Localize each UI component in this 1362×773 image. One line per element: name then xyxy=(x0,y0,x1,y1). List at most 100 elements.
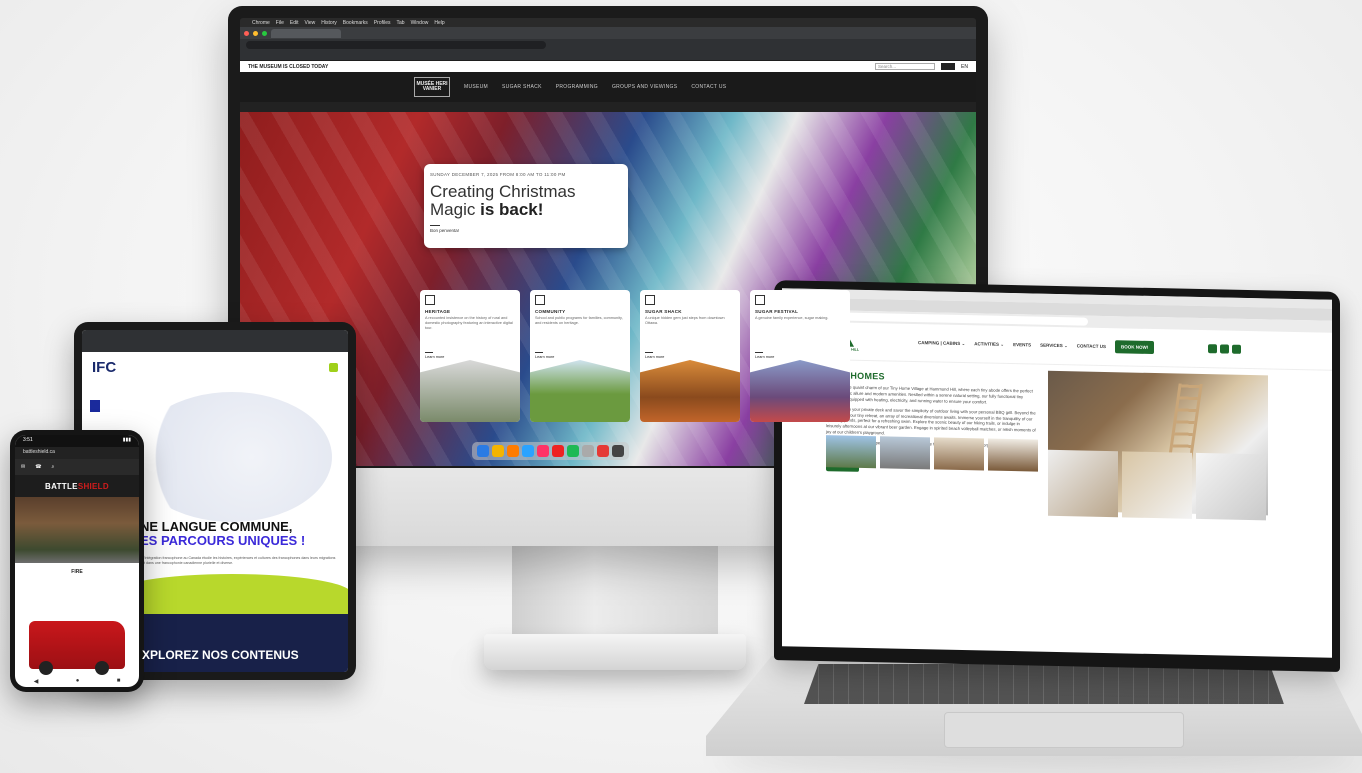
fire-truck-photo xyxy=(29,621,125,675)
ifc-logo[interactable]: IFC xyxy=(92,359,116,376)
event-date: SUNDAY DECEMBER 7, 2025 FROM 8:00 AM TO … xyxy=(430,172,566,177)
globe-illustration xyxy=(132,392,332,522)
thumbnail[interactable] xyxy=(880,436,930,470)
battleshield-logo[interactable]: BATTLE SHIELD xyxy=(15,475,139,497)
sugar-shack-photo xyxy=(640,360,740,422)
site-top-bar: THE MUSEUM IS CLOSED TODAY Search... EN xyxy=(240,61,976,72)
chrome-icon[interactable] xyxy=(492,445,504,457)
menu-profiles[interactable]: Profiles xyxy=(374,20,391,26)
thumbnail[interactable] xyxy=(826,435,876,469)
menu-bookmarks[interactable]: Bookmarks xyxy=(343,20,368,26)
nav-camping[interactable]: CAMPING | CABINS ⌄ xyxy=(918,340,965,347)
event-title: Creating Christmas Magic is back! xyxy=(430,183,622,219)
browser-tab[interactable] xyxy=(271,28,341,38)
back-icon[interactable]: ◀ xyxy=(34,678,39,685)
event-title-bold: is back! xyxy=(480,199,544,219)
section-label: FIRE xyxy=(71,569,83,575)
photo-grid xyxy=(1048,449,1266,521)
heritage-icon xyxy=(425,295,435,305)
event-link[interactable]: Bon penventa! xyxy=(430,228,622,233)
gallery-photo[interactable] xyxy=(1122,451,1192,519)
search-button[interactable] xyxy=(941,63,956,70)
ifc-header: IFC xyxy=(82,352,348,382)
gallery-photo[interactable] xyxy=(1196,452,1266,521)
email-icon[interactable]: ✉ xyxy=(21,464,25,470)
phone-address-bar[interactable]: battleshield.ca xyxy=(15,447,139,459)
hero-heading-line2: ES PARCOURS UNIQUES ! xyxy=(140,533,306,549)
menu-edit[interactable]: Edit xyxy=(290,20,299,26)
hero-copy: L'intégration francophone au Canada étud… xyxy=(142,556,336,566)
nav-contact[interactable]: CONTACT US xyxy=(691,84,726,90)
thumbnail[interactable] xyxy=(934,437,984,471)
maximize-window-icon[interactable] xyxy=(262,30,267,36)
category-card-heritage[interactable]: HERITAGE A recounted insistence on the h… xyxy=(420,290,520,422)
phone-site-toolbar: ✉ ☎ ⌕ xyxy=(15,459,139,475)
category-name: SUGAR FESTIVAL xyxy=(755,309,799,314)
category-card-sugar-shack[interactable]: SUGAR SHACK A unique hidden gem just ste… xyxy=(640,290,740,422)
youtube-icon[interactable] xyxy=(1232,344,1242,354)
hero-heading: NE LANGUE COMMUNE, ES PARCOURS UNIQUES ! xyxy=(140,519,306,549)
nav-activities[interactable]: ACTIVITIES ⌄ xyxy=(974,341,1004,348)
photoshop-icon[interactable] xyxy=(522,445,534,457)
illustrator-icon[interactable] xyxy=(507,445,519,457)
nav-museum[interactable]: MUSEUM xyxy=(464,84,488,90)
nav-events[interactable]: EVENTS xyxy=(1013,342,1031,347)
community-photo xyxy=(530,360,630,422)
event-card[interactable]: SUNDAY DECEMBER 7, 2025 FROM 8:00 AM TO … xyxy=(424,164,628,248)
trash-icon[interactable] xyxy=(612,445,624,457)
learn-more-link[interactable]: Learn more xyxy=(425,352,444,359)
menu-help[interactable]: Help xyxy=(434,20,444,26)
settings-icon[interactable] xyxy=(582,445,594,457)
nav-contact[interactable]: CONTACT US xyxy=(1077,343,1106,349)
nav-sugar-shack[interactable]: SUGAR SHACK xyxy=(502,84,542,90)
menu-file[interactable]: File xyxy=(276,20,284,26)
category-card-sugar-festival[interactable]: SUGAR FESTIVAL A genuine family experien… xyxy=(750,290,850,422)
accessibility-icon[interactable] xyxy=(90,400,100,412)
site-search-input[interactable]: Search... xyxy=(875,63,936,70)
minimize-window-icon[interactable] xyxy=(253,30,258,36)
book-now-button[interactable]: BOOK NOW! xyxy=(1114,340,1155,355)
intro-paragraph: Escape to the quaint charm of our Tiny H… xyxy=(826,384,1033,405)
explore-heading: XPLOREZ NOS CONTENUS xyxy=(142,648,299,662)
thumbnail-strip xyxy=(826,435,1038,472)
gallery-photo[interactable] xyxy=(1048,449,1118,518)
finder-icon[interactable] xyxy=(477,445,489,457)
menu-history[interactable]: History xyxy=(321,20,337,26)
device-mockup-scene: Chrome File Edit View History Bookmarks … xyxy=(0,0,1362,773)
language-toggle[interactable]: EN xyxy=(961,64,968,70)
hero-photo xyxy=(15,497,139,563)
bookmarks-bar xyxy=(240,51,976,61)
hamburger-menu-icon[interactable] xyxy=(329,362,338,372)
home-icon[interactable]: ● xyxy=(76,678,80,684)
social-links xyxy=(1208,344,1242,354)
category-card-community[interactable]: COMMUNITY School and public programs for… xyxy=(530,290,630,422)
nav-programming[interactable]: PROGRAMMING xyxy=(556,84,598,90)
menu-view[interactable]: View xyxy=(304,20,315,26)
monitor-stand-foot xyxy=(484,634,746,670)
museum-logo[interactable]: MUSÉE HERI VANIER xyxy=(414,77,450,97)
laptop-trackpad xyxy=(944,712,1184,748)
category-description: A recounted insistence on the history of… xyxy=(425,316,513,330)
indesign-icon[interactable] xyxy=(537,445,549,457)
address-bar[interactable] xyxy=(246,41,546,49)
nav-services[interactable]: SERVICES ⌄ xyxy=(1040,342,1068,349)
learn-more-link[interactable]: Learn more xyxy=(645,352,664,359)
acrobat-icon[interactable] xyxy=(552,445,564,457)
spotify-icon[interactable] xyxy=(567,445,579,457)
recents-icon[interactable]: ■ xyxy=(117,678,121,684)
close-window-icon[interactable] xyxy=(244,30,249,36)
phone-icon[interactable]: ☎ xyxy=(35,464,41,470)
nav-groups[interactable]: GROUPS AND VIEWINGS xyxy=(612,84,677,90)
facebook-icon[interactable] xyxy=(1208,344,1218,354)
thumbnail[interactable] xyxy=(988,438,1038,472)
menu-tab[interactable]: Tab xyxy=(397,20,405,26)
search-icon[interactable]: ⌕ xyxy=(51,464,54,470)
menu-window[interactable]: Window xyxy=(411,20,429,26)
learn-more-link[interactable]: Learn more xyxy=(535,352,554,359)
category-name: COMMUNITY xyxy=(535,309,566,314)
menu-chrome[interactable]: Chrome xyxy=(252,20,270,26)
status-time: 3:51 xyxy=(23,437,33,443)
instagram-icon[interactable] xyxy=(1220,344,1230,354)
pinterest-icon[interactable] xyxy=(597,445,609,457)
learn-more-link[interactable]: Learn more xyxy=(755,352,774,359)
